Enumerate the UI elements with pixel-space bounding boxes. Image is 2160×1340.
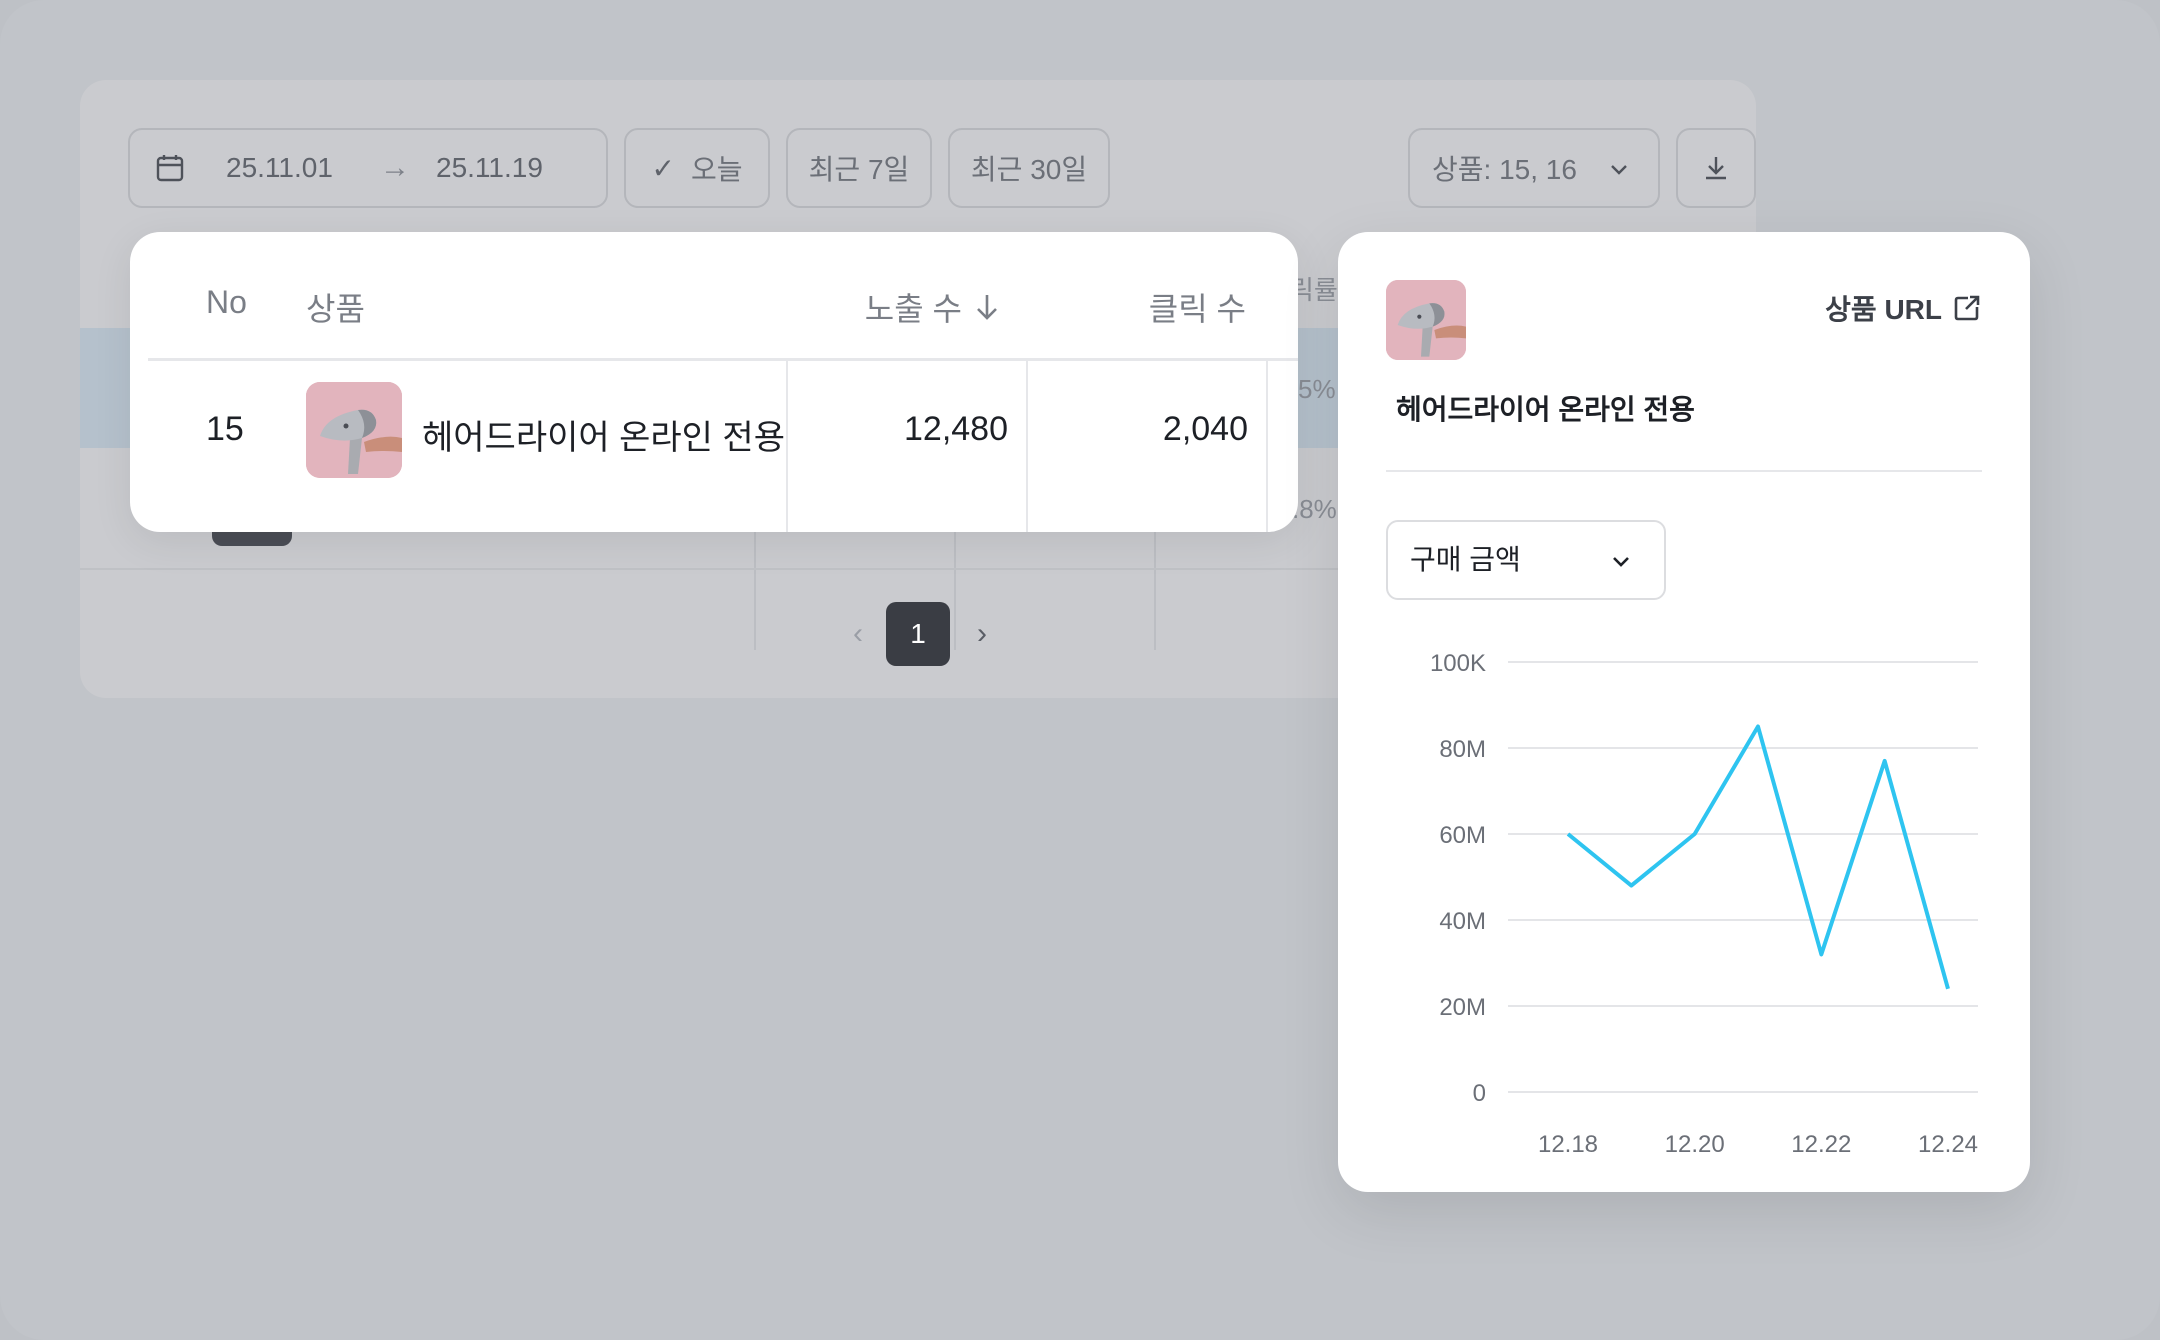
row-clicks: 2,040: [1162, 410, 1248, 448]
ctr-value-partial: .8%: [1292, 494, 1337, 524]
product-name: 헤어드라이어 온라인 전용: [1396, 394, 1695, 425]
row-impressions: 12,480: [904, 410, 1008, 448]
current-page-button[interactable]: 1: [886, 602, 950, 666]
column-header-clicks: 클릭 수: [1148, 291, 1246, 327]
last-7-days-label: 최근 7일: [808, 154, 910, 185]
chevron-down-icon: [1611, 165, 1627, 175]
series-line: [1566, 724, 1950, 990]
y-tick-label: 0: [1473, 1080, 1486, 1107]
y-tick-label: 60M: [1439, 822, 1486, 849]
y-tick-label: 20M: [1439, 994, 1486, 1021]
column-divider: [1266, 360, 1268, 532]
date-start: 25.11.01: [226, 152, 333, 183]
detail-divider: [1386, 470, 1982, 472]
y-tick-label: 40M: [1439, 908, 1486, 935]
next-page-button[interactable]: ›: [962, 602, 1002, 666]
metric-dropdown[interactable]: 구매 금액: [1386, 520, 1666, 600]
product-filter-label: 상품: 15, 16: [1432, 154, 1577, 185]
product-filter-dropdown[interactable]: 상품: 15, 16: [1408, 128, 1660, 208]
x-tick-label: 12.18: [1538, 1131, 1598, 1158]
arrow-right-icon: →: [380, 151, 410, 184]
filter-toolbar: 25.11.01 → 25.11.19 ✓ 오늘 최근 7일 최근 30일 상품…: [128, 128, 1756, 208]
prev-page-button[interactable]: ‹: [838, 602, 878, 666]
product-thumbnail: [306, 382, 402, 478]
app-frame: 릭률 5% .8% 25.11.01 → 25.11.19 ✓ 오늘 최근 7일…: [0, 0, 2160, 1340]
column-header-product: 상품: [306, 291, 365, 327]
row-product-name: 헤어드라이어 온라인 전용: [422, 419, 785, 457]
product-thumbnail: [1386, 280, 1466, 360]
date-end: 25.11.19: [436, 152, 543, 183]
last-7-days-button[interactable]: 최근 7일: [786, 128, 932, 208]
product-url-link[interactable]: 상품 URL: [1825, 288, 1982, 328]
column-divider: [1026, 360, 1028, 532]
today-label: 오늘: [690, 154, 743, 185]
chevron-down-icon: [1613, 557, 1629, 567]
y-tick-label: 80M: [1439, 736, 1486, 763]
column-header-no: No: [206, 284, 247, 320]
download-icon: [1706, 157, 1726, 180]
product-detail-card: 상품 URL 헤어드라이어 온라인 전용 구매 금액 100K 80M 60M 40M…: [1338, 232, 2030, 1192]
date-range-picker[interactable]: 25.11.01 → 25.11.19: [128, 128, 608, 208]
column-header-impressions[interactable]: 노출 수: [865, 284, 1000, 330]
download-button[interactable]: [1676, 128, 1756, 208]
sort-descending-icon: [977, 295, 997, 320]
today-button[interactable]: ✓ 오늘: [624, 128, 770, 208]
product-table-card: No 상품 노출 수 클릭 수 15 헤어드라이어 온라인 전용 12,480 …: [130, 232, 1298, 532]
calendar-icon: [156, 155, 184, 182]
header-divider: [148, 358, 1298, 361]
row-no: 15: [206, 410, 244, 448]
purchase-amount-line-chart: 100K 80M 60M 40M 20M 0 12.18 12.20 12.22 12.24: [1430, 650, 1978, 1158]
product-url-label: 상품 URL: [1825, 294, 1942, 325]
metric-selected-label: 구매 금액: [1410, 544, 1521, 575]
impressions-header-label: 노출 수: [864, 291, 962, 327]
x-tick-label: 12.24: [1918, 1131, 1978, 1158]
last-30-days-button[interactable]: 최근 30일: [948, 128, 1110, 208]
x-tick-label: 12.22: [1791, 1131, 1851, 1158]
check-icon: ✓: [651, 152, 675, 184]
external-link-icon: [1954, 295, 1980, 321]
y-tick-label: 100K: [1430, 650, 1486, 677]
column-divider: [786, 360, 788, 532]
last-30-days-label: 최근 30일: [970, 154, 1088, 185]
ctr-value-partial: 5%: [1298, 374, 1336, 404]
x-tick-label: 12.20: [1665, 1131, 1725, 1158]
